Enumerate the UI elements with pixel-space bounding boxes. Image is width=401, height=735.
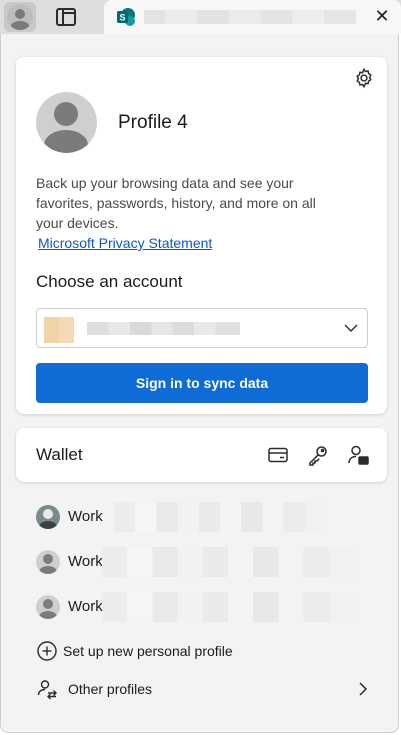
- other-profiles-label: Other profiles: [68, 681, 153, 697]
- profile-name: Profile 4: [118, 112, 188, 133]
- work-profile-avatar: [36, 505, 60, 529]
- choose-account-label: Choose an account: [36, 272, 183, 291]
- work-profile-item[interactable]: Work: [36, 592, 376, 622]
- profile-avatar-icon[interactable]: [4, 2, 36, 32]
- profile-card: Profile 4 Back up your browsing data and…: [16, 57, 387, 414]
- add-circle-icon: [37, 641, 57, 661]
- chevron-down-icon: [344, 324, 358, 333]
- setup-new-profile-label: Set up new personal profile: [63, 643, 233, 659]
- chevron-right-icon: [359, 682, 368, 696]
- sign-in-sync-button[interactable]: Sign in to sync data: [36, 363, 368, 403]
- sync-description: Back up your browsing data and see your …: [36, 175, 316, 231]
- profile-flyout: Profile 4 Back up your browsing data and…: [0, 34, 399, 733]
- work-profile-name: Work: [68, 508, 103, 525]
- browser-top-bar: S ✕: [0, 0, 401, 34]
- other-profiles-item[interactable]: Other profiles: [36, 676, 376, 702]
- credit-card-icon[interactable]: [266, 443, 290, 467]
- work-profile-avatar: [36, 595, 60, 619]
- settings-gear-icon[interactable]: [353, 67, 375, 89]
- work-profile-name: Work: [68, 553, 103, 570]
- browser-tab[interactable]: S ✕: [104, 0, 401, 34]
- wallet-card[interactable]: Wallet: [16, 428, 387, 482]
- work-profile-avatar: [36, 550, 60, 574]
- work-profile-email: [114, 502, 326, 532]
- account-dropdown[interactable]: [36, 308, 368, 348]
- sharepoint-icon: S: [117, 8, 135, 26]
- personal-info-icon[interactable]: [346, 443, 370, 467]
- tab-actions-icon[interactable]: [56, 8, 76, 26]
- profile-avatar: [36, 92, 97, 153]
- account-avatar: [44, 317, 74, 343]
- svg-text:S: S: [119, 13, 125, 23]
- account-email: [87, 322, 240, 335]
- key-icon[interactable]: [306, 443, 330, 467]
- work-profile-email: [102, 592, 354, 622]
- wallet-label: Wallet: [36, 445, 83, 464]
- tab-title: [144, 10, 356, 24]
- work-profile-email: [102, 547, 354, 577]
- switch-profile-icon: [37, 680, 57, 700]
- work-profile-item[interactable]: Work: [36, 547, 376, 577]
- privacy-statement-link[interactable]: Microsoft Privacy Statement: [38, 235, 212, 251]
- work-profile-name: Work: [68, 598, 103, 615]
- close-tab-icon[interactable]: ✕: [372, 7, 392, 27]
- work-profile-item[interactable]: Work: [36, 502, 376, 532]
- setup-new-profile-item[interactable]: Set up new personal profile: [36, 638, 376, 664]
